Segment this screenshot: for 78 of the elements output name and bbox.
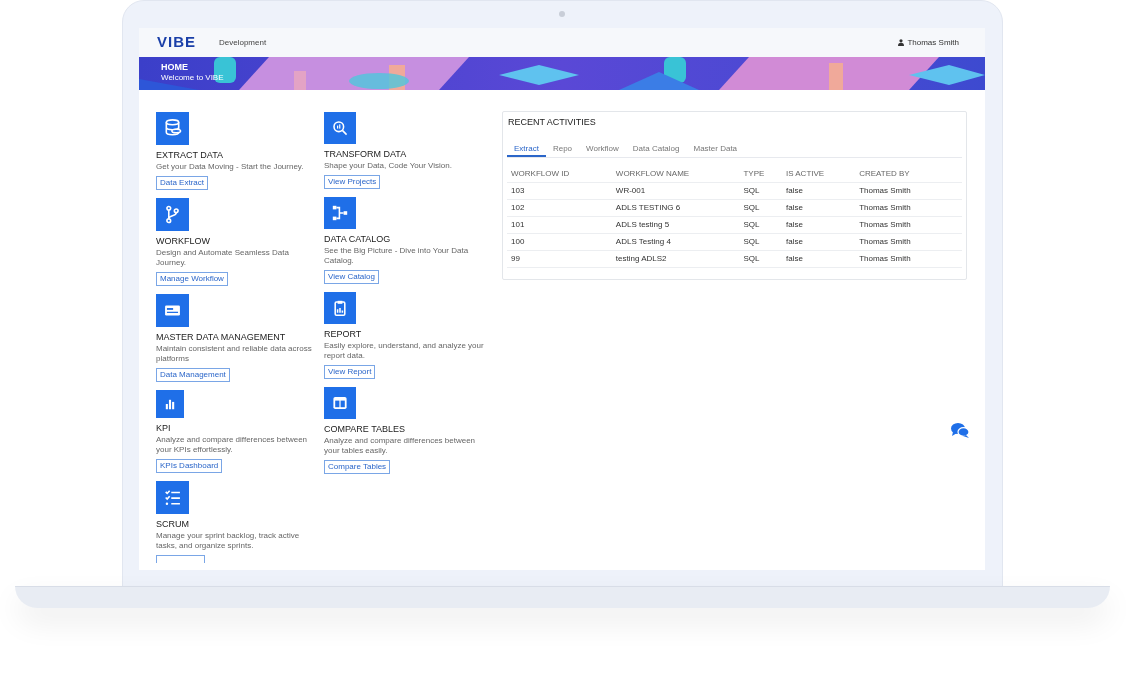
bar-chart-icon	[156, 390, 184, 418]
table-cell-text: WR-001	[615, 185, 647, 197]
table-cell-text: false	[785, 253, 804, 265]
module-button[interactable]: Manage Workflow	[156, 272, 228, 286]
tab[interactable]: Extract	[507, 142, 546, 157]
module-description: Manage your sprint backlog, track active tasks, and organize sprints.	[156, 531, 301, 551]
table-cell-text: testing ADLS2	[615, 253, 668, 265]
table-cell-text: 99	[511, 253, 521, 265]
module-description: Easily explore, understand, and analyze your report data.	[324, 341, 485, 361]
user-icon	[898, 39, 905, 46]
module-button[interactable]: View Report	[324, 365, 376, 379]
column-header: WORKFLOW ID	[511, 168, 571, 180]
module-title: REPORT	[324, 329, 362, 340]
chat-icon[interactable]	[950, 422, 970, 439]
table-cell-text: ADLS Testing 4	[615, 236, 672, 248]
module-title: DATA CATALOG	[324, 234, 391, 245]
logo[interactable]: VIBE	[157, 31, 219, 54]
module-button[interactable]: View Catalog	[324, 270, 379, 284]
module-description: Design and Automate Seamless Data Journey.	[156, 248, 290, 268]
module-button[interactable]: View Projects	[324, 175, 381, 189]
database-icon	[156, 112, 189, 145]
module-description: Maintain consistent and reliable data across platforms	[156, 344, 313, 364]
module-button[interactable]: Compare Tables	[324, 460, 391, 474]
hierarchy-icon	[324, 197, 356, 229]
module-description: Analyze and compare differences between your KPIs effortlessly.	[156, 435, 309, 455]
module-title: TRANSFORM DATA	[324, 149, 407, 160]
table-cell-text: 103	[511, 185, 526, 197]
table-cell-text: SQL	[743, 236, 761, 248]
tab[interactable]: Repo	[545, 142, 580, 157]
table-cell-text: Thomas Smith	[859, 219, 912, 231]
table-cell-text: 102	[511, 202, 526, 214]
module-button[interactable]: Data Extract	[156, 176, 208, 190]
module-title: MASTER DATA MANAGEMENT	[156, 332, 286, 343]
page-title: HOME	[161, 61, 189, 73]
column-header: WORKFLOW NAME	[615, 168, 691, 180]
table-cell-text: SQL	[743, 219, 761, 231]
module-title: WORKFLOW	[156, 236, 210, 247]
table-cell-text: 100	[511, 236, 526, 248]
module-description: Analyze and compare differences between your tables easily.	[324, 436, 477, 456]
environment-label: Development	[219, 36, 267, 49]
table-cell-text: SQL	[743, 202, 761, 214]
module-title: SCRUM	[156, 519, 189, 530]
table-cell-text: false	[785, 185, 804, 197]
table-cell-text: SQL	[743, 253, 761, 265]
user-name[interactable]: Thomas Smith	[907, 36, 959, 49]
clipboard-icon	[324, 292, 356, 324]
table-cell-text: Thomas Smith	[859, 202, 912, 214]
module-title: COMPARE TABLES	[324, 424, 406, 435]
table-cell-text: Thomas Smith	[859, 236, 912, 248]
table-cell-text: 101	[511, 219, 526, 231]
module-title: KPI	[156, 423, 171, 434]
tab[interactable]: Data Catalog	[625, 142, 687, 157]
table-cell-text: ADLS TESTING 6	[615, 202, 682, 214]
column-header: CREATED BY	[859, 168, 911, 180]
checklist-icon	[156, 481, 189, 514]
search-icon	[324, 112, 356, 144]
module-title: EXTRACT DATA	[156, 150, 223, 161]
columns-icon	[324, 387, 356, 419]
table-cell-text: Thomas Smith	[859, 253, 912, 265]
table-cell-text: false	[785, 202, 804, 214]
module-button[interactable]: KPIs Dashboard	[156, 459, 223, 473]
tab[interactable]: Master Data	[686, 142, 745, 157]
column-header: TYPE	[743, 168, 766, 180]
tab[interactable]: Workflow	[579, 142, 626, 157]
cut-off-button[interactable]	[156, 555, 205, 563]
table-cell-text: false	[785, 219, 804, 231]
module-description: Get your Data Moving - Start the Journey.	[156, 162, 305, 172]
branch-icon	[156, 198, 189, 231]
table-cell-text: Thomas Smith	[859, 185, 912, 197]
table-cell-text: ADLS testing 5	[615, 219, 671, 231]
column-header: IS ACTIVE	[785, 168, 826, 180]
module-button[interactable]: Data Management	[156, 368, 230, 382]
module-description: See the Big Picture - Dive into Your Data Catalog.	[324, 246, 470, 266]
module-description: Shape your Data, Code Your Vision.	[324, 161, 453, 171]
card-title: RECENT ACTIVITIES	[507, 116, 597, 128]
card-icon	[156, 294, 189, 327]
table-cell-text: false	[785, 236, 804, 248]
table-cell-text: SQL	[743, 185, 761, 197]
